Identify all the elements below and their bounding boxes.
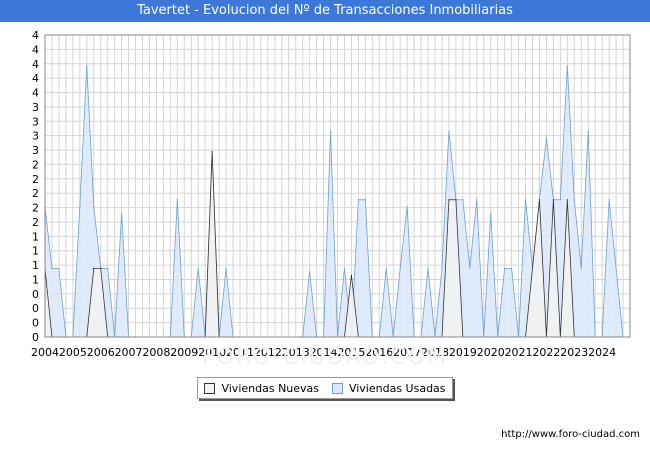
y-tick-label: 0: [32, 302, 39, 315]
nuevas-point: [531, 267, 534, 269]
usadas-point: [51, 267, 53, 269]
nuevas-point: [100, 267, 102, 269]
y-axis-ticks: 0000111122222333344444: [32, 29, 39, 344]
source-url: http://www.foro-ciudad.com: [501, 429, 640, 440]
usadas-point: [357, 199, 359, 201]
y-tick-label: 2: [32, 158, 39, 171]
usadas-point: [107, 267, 109, 269]
usadas-point: [385, 267, 387, 269]
y-tick-label: 0: [32, 331, 39, 344]
y-tick-label: 2: [32, 173, 39, 186]
usadas-point: [462, 199, 464, 201]
usadas-point: [441, 267, 443, 269]
usadas-point: [58, 267, 60, 269]
legend-label-nuevas: Viviendas Nuevas: [221, 381, 320, 395]
usadas-point: [176, 199, 178, 201]
usadas-point: [580, 267, 582, 269]
usadas-point: [573, 199, 575, 201]
y-tick-label: 2: [32, 216, 39, 229]
usadas-point: [329, 130, 332, 132]
usadas-point: [511, 267, 513, 269]
usadas-point: [121, 212, 123, 215]
y-tick-label: 4: [32, 58, 39, 71]
nuevas-point: [455, 199, 457, 201]
y-tick-label: 4: [32, 29, 39, 42]
y-tick-label: 3: [32, 130, 39, 143]
usadas-point: [448, 130, 450, 132]
usadas-point: [476, 199, 478, 201]
y-tick-label: 1: [32, 230, 39, 243]
usadas-point: [615, 267, 617, 269]
usadas-point: [93, 205, 95, 208]
usadas-point: [559, 199, 561, 201]
y-tick-label: 4: [32, 43, 39, 56]
usadas-point: [79, 205, 81, 208]
usadas-point: [566, 65, 568, 67]
nuevas-point: [211, 151, 213, 153]
usadas-point: [469, 267, 471, 269]
legend: Viviendas Nuevas Viviendas Usadas: [197, 377, 453, 399]
usadas-point: [587, 130, 589, 132]
usadas-point: [490, 212, 492, 215]
legend-swatch-usadas: [331, 382, 343, 394]
usadas-point: [399, 267, 401, 269]
usadas-point: [608, 199, 610, 201]
usadas-point: [504, 267, 506, 269]
usadas-point: [524, 199, 527, 201]
usadas-point: [427, 267, 429, 269]
y-tick-label: 2: [32, 187, 39, 200]
nuevas-point: [93, 267, 95, 269]
usadas-point: [197, 267, 199, 269]
y-tick-label: 4: [32, 87, 39, 100]
y-tick-label: 1: [32, 273, 39, 286]
usadas-point: [364, 199, 366, 201]
nuevas-point: [538, 199, 541, 201]
legend-label-usadas: Viviendas Usadas: [348, 381, 446, 395]
usadas-point: [545, 137, 548, 139]
usadas-point: [86, 65, 88, 67]
legend-swatch-nuevas: [204, 382, 216, 394]
y-tick-label: 3: [32, 101, 39, 114]
y-tick-label: 0: [32, 317, 39, 330]
y-tick-label: 3: [32, 115, 39, 128]
usadas-point: [406, 205, 408, 208]
y-tick-label: 1: [32, 245, 39, 258]
y-tick-label: 4: [32, 72, 39, 85]
legend-item-viviendas-nuevas: Viviendas Nuevas: [204, 382, 319, 395]
nuevas-point: [448, 199, 450, 201]
nuevas-point: [566, 199, 568, 201]
y-tick-label: 0: [32, 288, 39, 301]
nuevas-point: [350, 274, 353, 276]
usadas-point: [225, 267, 227, 269]
legend-item-viviendas-usadas: Viviendas Usadas: [331, 381, 446, 395]
chart-title: Tavertet - Evolucion del Nº de Transacci…: [0, 0, 650, 22]
y-tick-label: 1: [32, 259, 39, 272]
y-tick-label: 3: [32, 144, 39, 157]
watermark: FORO-CIUDAD.COM: [201, 345, 449, 370]
usadas-point: [343, 267, 346, 269]
nuevas-point: [552, 199, 554, 201]
y-tick-label: 2: [32, 202, 39, 215]
usadas-point: [309, 271, 311, 273]
transactions-chart: 0000111122222333344444 2004 2005 2006 2007 2…: [31, 29, 631, 359]
